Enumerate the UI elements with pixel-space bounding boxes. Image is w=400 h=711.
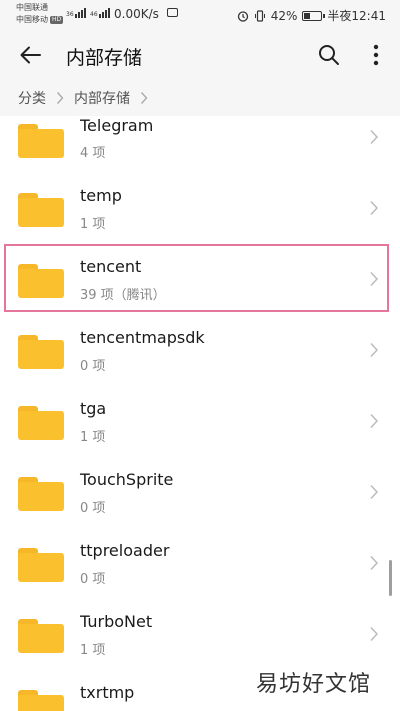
status-right: 42% 半夜12:41 xyxy=(237,7,386,24)
list-item-tga[interactable]: tga 1 项 xyxy=(0,388,400,459)
carrier-2: 中国移动 xyxy=(16,15,48,24)
vibrate-icon xyxy=(254,9,265,22)
chevron-right-icon xyxy=(140,91,148,105)
folder-icon xyxy=(18,548,64,582)
net-speed: 0.00K/s xyxy=(114,7,159,21)
chevron-right-icon xyxy=(370,413,379,429)
search-icon xyxy=(319,45,339,65)
folder-item-count: 1 项 xyxy=(80,217,106,232)
list-item-temp[interactable]: temp 1 项 xyxy=(0,175,400,246)
battery-percent: 42% xyxy=(270,8,298,23)
folder-name: TurboNet xyxy=(80,612,153,631)
chevron-right-icon xyxy=(370,342,379,358)
highlight-box xyxy=(4,244,389,312)
folder-name: TouchSprite xyxy=(80,470,174,489)
watermark: 易坊好文馆 xyxy=(252,666,376,698)
carrier-2-row: 中国移动 HD xyxy=(16,14,64,26)
folder-icon xyxy=(18,406,64,440)
more-options-button[interactable] xyxy=(362,40,390,70)
folder-icon xyxy=(18,477,64,511)
page-title: 内部存储 xyxy=(66,47,143,69)
signal-1-icon: 36 xyxy=(66,8,86,18)
clock: 半夜12:41 xyxy=(327,9,386,23)
list-item-tencentmapsdk[interactable]: tencentmapsdk 0 项 xyxy=(0,317,400,388)
list-item-turbonet[interactable]: TurboNet 1 项 xyxy=(0,601,400,672)
folder-name: tga xyxy=(80,399,107,418)
list-item-touchsprite[interactable]: TouchSprite 0 项 xyxy=(0,459,400,530)
folder-icon xyxy=(18,690,64,711)
folder-item-count: 1 项 xyxy=(80,430,106,445)
more-vert-icon xyxy=(373,44,379,66)
folder-item-count: 0 项 xyxy=(80,359,106,374)
search-button[interactable] xyxy=(314,40,344,70)
signal-2-icon: 46 xyxy=(90,8,110,18)
chevron-right-icon xyxy=(370,484,379,500)
list-item-ttpreloader[interactable]: ttpreloader 0 项 xyxy=(0,530,400,601)
folder-name: tencentmapsdk xyxy=(80,328,205,347)
folder-icon xyxy=(18,193,64,227)
back-arrow-icon xyxy=(20,46,41,64)
folder-item-count: 4 项 xyxy=(80,146,106,161)
signal-1-label: 36 xyxy=(66,11,74,18)
hd-badge: HD xyxy=(50,16,64,24)
carrier-1: 中国联通 xyxy=(16,3,48,12)
scrollbar[interactable] xyxy=(389,560,392,596)
folder-name: ttpreloader xyxy=(80,541,170,560)
file-list: Telegram 4 项 temp 1 项 tencent 39 项（腾讯） t… xyxy=(0,104,400,711)
folder-icon xyxy=(18,124,64,158)
folder-item-count: 0 项 xyxy=(80,501,106,516)
back-button[interactable] xyxy=(14,40,46,70)
chevron-right-icon xyxy=(56,91,64,105)
folder-name: Telegram xyxy=(80,116,154,135)
folder-icon xyxy=(18,335,64,369)
chevron-right-icon xyxy=(370,129,379,145)
status-bar: 中国联通 中国移动 HD 36 46 0.00K/s 42% 半夜12:41 xyxy=(0,0,400,30)
list-item-telegram[interactable]: Telegram 4 项 xyxy=(0,104,400,175)
folder-icon xyxy=(18,619,64,653)
battery-icon xyxy=(302,10,326,21)
carrier-info: 中国联通 中国移动 HD xyxy=(16,2,64,26)
alarm-clock-icon xyxy=(237,10,248,22)
chevron-right-icon xyxy=(370,626,379,642)
folder-item-count: 0 项 xyxy=(80,572,106,587)
folder-name: txrtmp xyxy=(80,683,135,702)
signal-2-label: 46 xyxy=(90,11,98,18)
folder-item-count: 1 项 xyxy=(80,643,106,658)
folder-name: temp xyxy=(80,186,122,205)
briefcase-icon xyxy=(167,8,178,17)
chevron-right-icon xyxy=(370,200,379,216)
chevron-right-icon xyxy=(370,555,379,571)
app-toolbar: 内部存储 xyxy=(0,30,400,80)
